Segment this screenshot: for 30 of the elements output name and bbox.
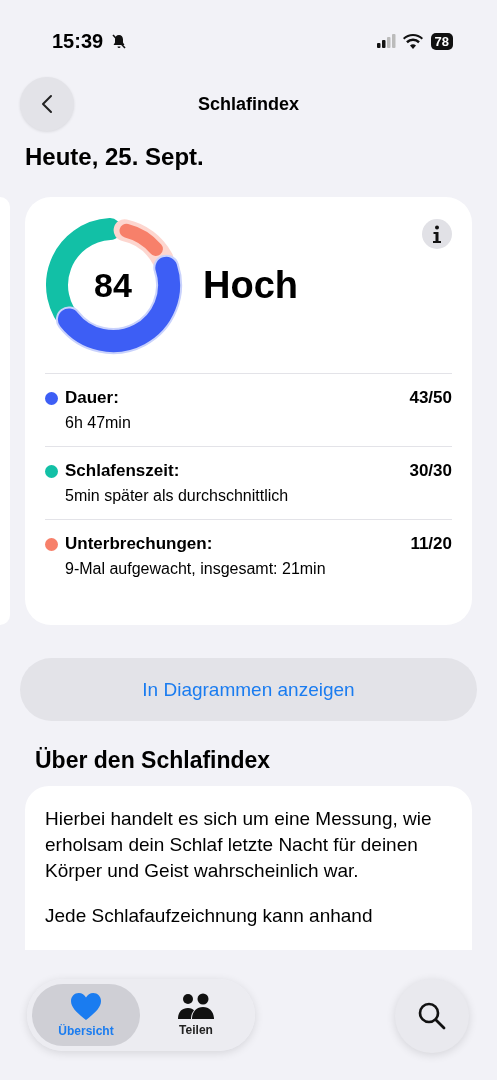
- tab[interactable]: Übersicht: [32, 984, 140, 1046]
- info-button[interactable]: [422, 219, 452, 249]
- chevron-left-icon: [41, 94, 53, 114]
- score-rating: Hoch: [203, 263, 298, 307]
- search-icon: [417, 1001, 447, 1031]
- heart-icon: [71, 992, 101, 1020]
- page-title: Schlafindex: [198, 93, 299, 115]
- metric-label: Unterbrechungen:: [65, 534, 213, 554]
- info-icon: [432, 225, 442, 243]
- signal-icon: [376, 34, 397, 48]
- date-heading: Heute, 25. Sept.: [25, 143, 205, 171]
- tab[interactable]: Teilen: [142, 984, 250, 1046]
- metric-value: 6h 47min: [65, 414, 132, 432]
- about-paragraph: Hierbei handelt es sich um eine Messung, wie erholsam dein Schlaf letzte Nacht für deinen Körper und Geist wahrscheinlich war.: [45, 807, 433, 884]
- battery-indicator: 78: [430, 32, 453, 50]
- people-icon: [178, 993, 214, 1019]
- metric-points: 11/20: [410, 534, 452, 554]
- section-heading: Über den Schlafindex: [35, 747, 272, 774]
- metric-points: 30/30: [409, 461, 452, 481]
- show-charts-button[interactable]: In Diagrammen anzeigen: [20, 658, 477, 721]
- about-paragraph: Jede Schlafaufzeichnung kann anhand: [45, 903, 374, 928]
- metric-points: 43/50: [409, 388, 452, 408]
- search-button[interactable]: [395, 979, 469, 1053]
- wifi-icon: [402, 33, 423, 49]
- metric-value: 5min später als durchschnittlich: [65, 487, 290, 505]
- metric-value: 9-Mal aufgewacht, insgesamt: 21min: [65, 560, 327, 578]
- score-value: 84: [94, 265, 132, 305]
- metric-label: Dauer:: [65, 388, 119, 408]
- metric-label: Schlafenszeit:: [65, 461, 180, 481]
- status-time: 15:39: [52, 29, 104, 53]
